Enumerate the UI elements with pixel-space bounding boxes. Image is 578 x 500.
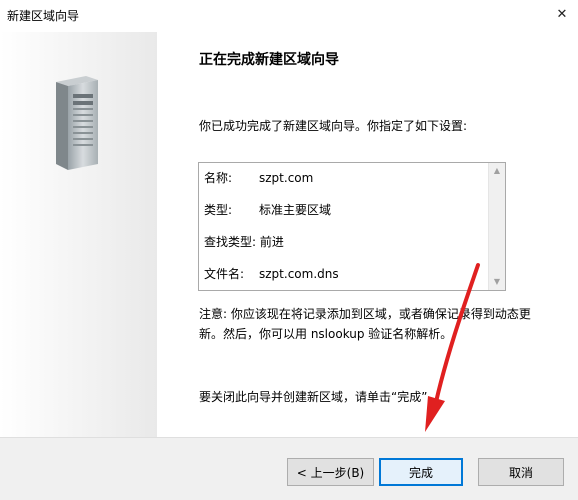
scroll-down-icon[interactable]: ▼: [489, 274, 505, 290]
settings-summary[interactable]: 名称: szpt.com 类型: 标准主要区域 查找类型: 前进 文件名: szpt.…: [198, 162, 506, 291]
back-button[interactable]: < 上一步(B): [287, 458, 374, 486]
title-bar: 新建区域向导 ✕: [0, 0, 578, 32]
intro-text: 你已成功完成了新建区域向导。你指定了如下设置:: [199, 119, 468, 133]
window-title: 新建区域向导: [7, 9, 80, 23]
finish-hint-text: 要关闭此向导并创建新区域，请单击“完成”。: [199, 390, 440, 404]
wizard-content: 正在完成新建区域向导 你已成功完成了新建区域向导。你指定了如下设置: 名称: sz…: [157, 32, 578, 437]
finish-button[interactable]: 完成: [379, 458, 463, 486]
summary-row: 类型: 标准主要区域: [204, 201, 331, 218]
summary-key: 文件名:: [204, 267, 245, 281]
summary-row: 名称: szpt.com: [204, 169, 313, 186]
summary-value: szpt.com.dns: [259, 267, 339, 281]
summary-key: 类型:: [204, 203, 233, 217]
summary-value: szpt.com: [259, 171, 314, 185]
scroll-up-icon[interactable]: ▲: [489, 163, 505, 179]
note-text: 注意: 你应该现在将记录添加到区域，或者确保记录得到动态更新。然后，你可以用 n…: [199, 307, 531, 341]
summary-key: 查找类型:: [204, 235, 257, 249]
wizard-side-panel: [0, 32, 157, 437]
summary-value: 前进: [259, 235, 284, 249]
close-button[interactable]: ✕: [546, 0, 578, 30]
page-title: 正在完成新建区域向导: [199, 52, 339, 68]
summary-row: 查找类型: 前进: [204, 233, 284, 250]
summary-key: 名称:: [204, 171, 233, 185]
summary-row: 文件名: szpt.com.dns: [204, 265, 339, 282]
server-icon: [56, 76, 98, 170]
summary-value: 标准主要区域: [259, 203, 332, 217]
button-bar: < 上一步(B) 完成 取消: [0, 437, 578, 500]
cancel-button[interactable]: 取消: [478, 458, 564, 486]
summary-scrollbar[interactable]: ▲ ▼: [488, 163, 505, 290]
